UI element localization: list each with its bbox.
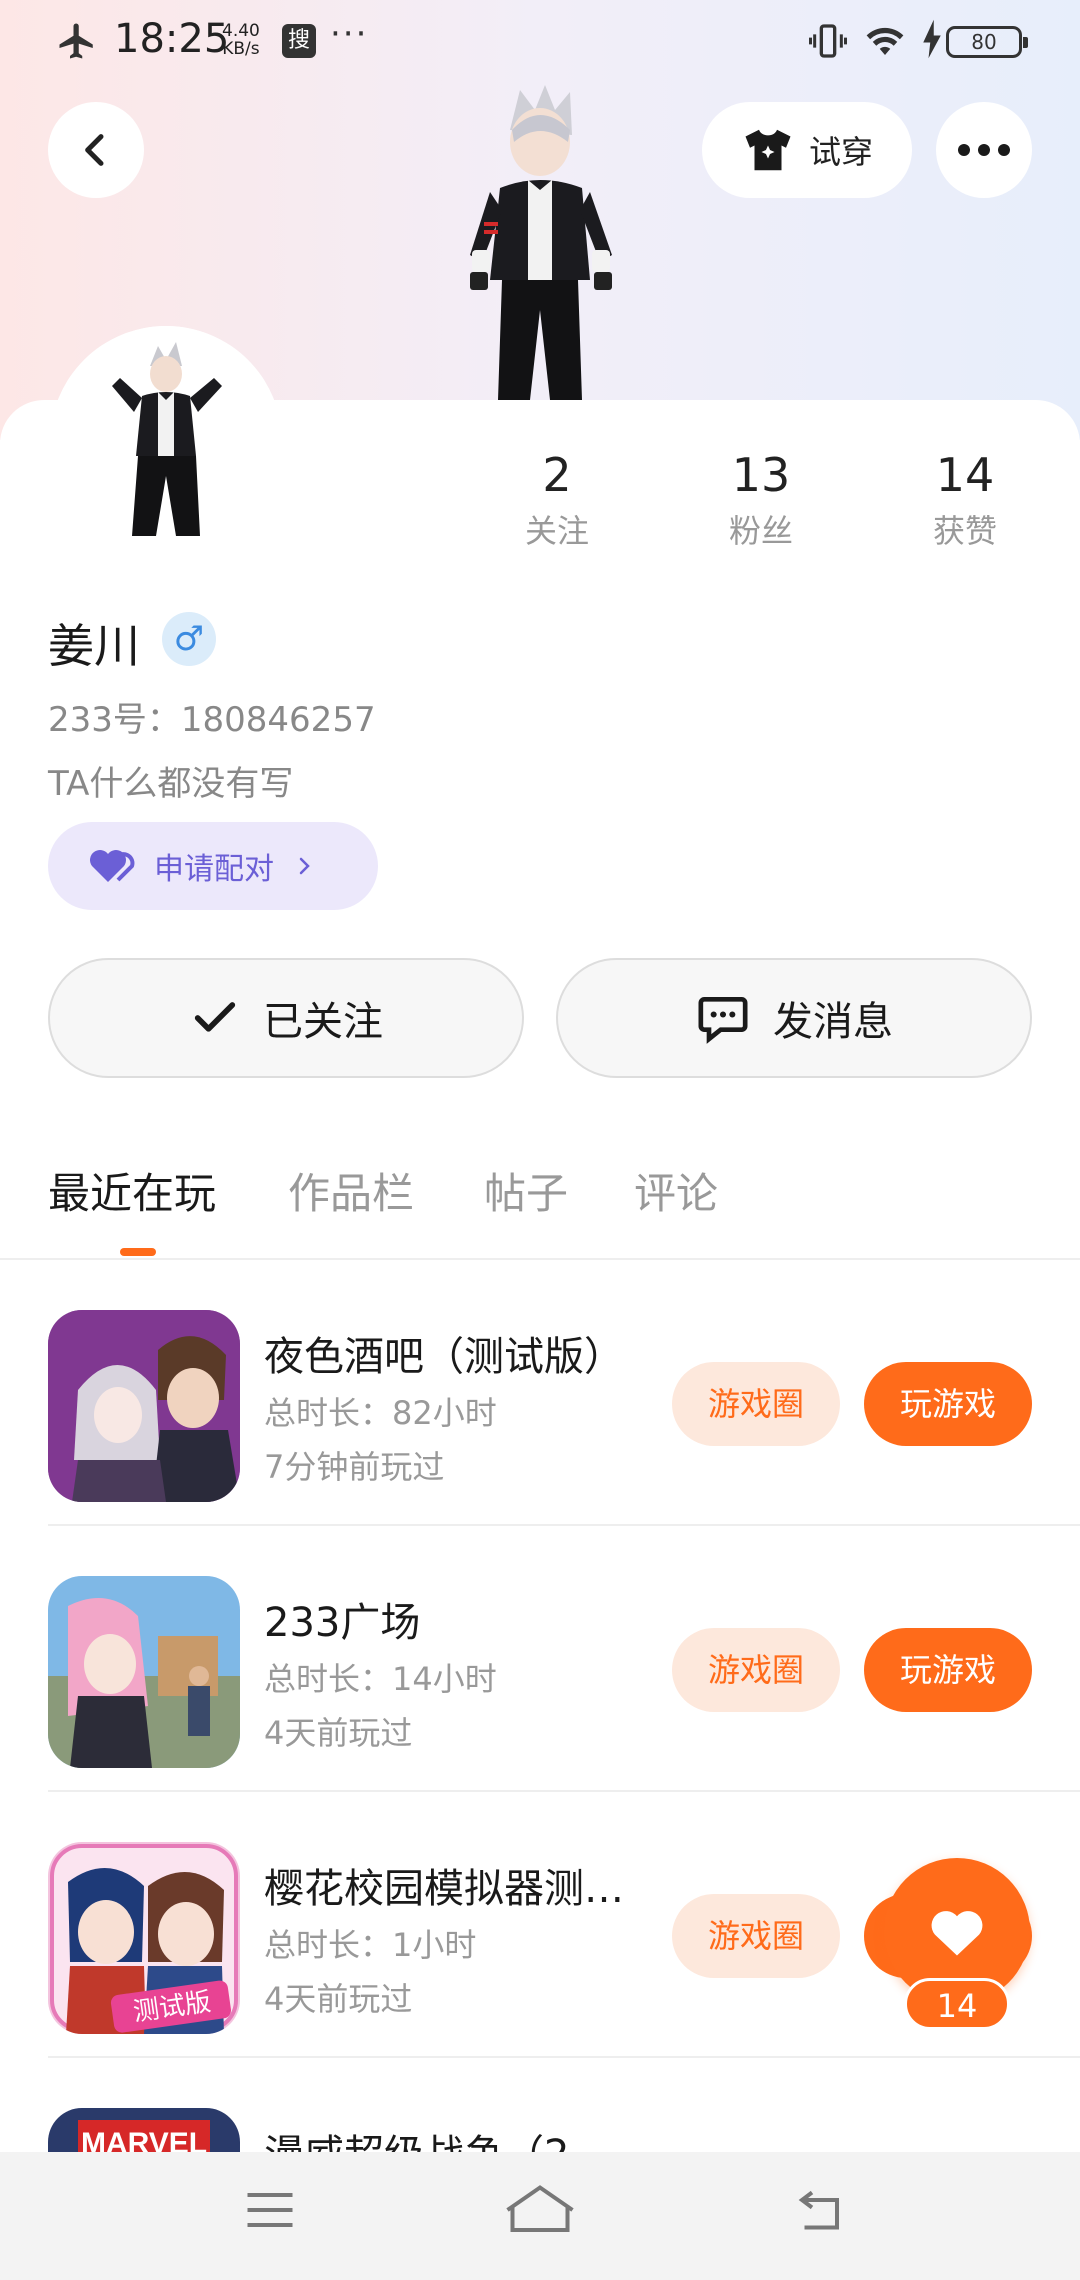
game-icon-night-bar: [48, 1310, 240, 1502]
network-speed: 4.40 KB/s: [222, 21, 260, 59]
tab-comments[interactable]: 评论: [634, 1160, 718, 1221]
send-message-button[interactable]: 发消息: [556, 958, 1032, 1078]
game-circle-button[interactable]: 游戏圈: [672, 1362, 840, 1446]
stat-likes[interactable]: 14 获赞: [890, 448, 1040, 552]
avatar-image: [50, 326, 282, 558]
tab-works[interactable]: 作品栏: [288, 1160, 414, 1221]
checkmark-icon: [194, 1002, 236, 1032]
status-bar: 18:25 4.40 KB/s 搜 ··· 80: [0, 0, 1080, 82]
menu-icon[interactable]: [240, 2180, 300, 2240]
search-app-icon: 搜: [282, 24, 316, 58]
stat-value: 2: [542, 448, 572, 502]
game-duration: 总时长：14小时: [264, 1660, 497, 1698]
game-title: 夜色酒吧（测试版）: [264, 1334, 624, 1380]
followed-button[interactable]: 已关注: [48, 958, 524, 1078]
wifi-icon: [866, 27, 904, 55]
stat-followers[interactable]: 13 粉丝: [686, 448, 836, 552]
stat-label: 粉丝: [728, 512, 793, 550]
airplane-mode-icon: [59, 23, 93, 59]
game-duration: 总时长：82小时: [264, 1394, 497, 1432]
game-icon-sakura-school: 测试版: [48, 1842, 240, 2034]
more-notifications-icon: ···: [330, 14, 369, 54]
game-last-played: 4天前玩过: [264, 1714, 413, 1752]
back-nav-icon[interactable]: [790, 2180, 854, 2240]
user-id: 233号：180846257: [48, 700, 376, 740]
stat-label: 关注: [524, 512, 589, 550]
send-message-label: 发消息: [773, 999, 893, 1045]
play-game-button[interactable]: 玩游戏: [864, 1628, 1032, 1712]
followed-label: 已关注: [263, 999, 383, 1045]
more-options-button[interactable]: [936, 102, 1032, 198]
avatar[interactable]: [50, 326, 282, 558]
heart-pair-icon: [90, 850, 135, 882]
charging-icon: [923, 19, 941, 59]
t-shirt-icon: [745, 129, 791, 171]
chat-bubble-icon: [698, 997, 748, 1044]
chevron-right-icon: [299, 857, 310, 875]
stat-value: 14: [935, 448, 995, 502]
stat-following[interactable]: 2 关注: [482, 448, 632, 552]
male-gender-icon: ♂: [162, 612, 216, 666]
battery-indicator: 80: [946, 26, 1028, 58]
user-bio: TA什么都没有写: [48, 764, 294, 804]
more-dots-icon: [958, 144, 1010, 156]
list-item[interactable]: 233广场 总时长：14小时 4天前玩过 游戏圈 玩游戏: [0, 1526, 1080, 1792]
tab-posts[interactable]: 帖子: [484, 1160, 568, 1221]
game-title: 233广场: [264, 1600, 421, 1646]
game-title: 樱花校园模拟器测…: [264, 1866, 624, 1912]
game-icon-233-plaza: [48, 1576, 240, 1768]
avatar-3d-character: [470, 85, 612, 400]
vibrate-icon: [809, 24, 847, 58]
system-navigation-bar: [0, 2152, 1080, 2280]
request-pair-label: 申请配对: [154, 852, 274, 887]
try-on-label: 试穿: [808, 133, 873, 171]
tab-recently-played[interactable]: 最近在玩: [48, 1160, 216, 1221]
stat-value: 13: [731, 448, 791, 502]
try-on-button[interactable]: 试穿: [702, 102, 912, 198]
like-count: 14: [904, 1978, 1010, 2030]
stat-label: 获赞: [932, 512, 997, 550]
list-item[interactable]: 夜色酒吧（测试版） 总时长：82小时 7分钟前玩过 游戏圈 玩游戏: [0, 1260, 1080, 1526]
play-game-button[interactable]: 玩游戏: [864, 1362, 1032, 1446]
game-circle-button[interactable]: 游戏圈: [672, 1628, 840, 1712]
back-button[interactable]: [48, 102, 144, 198]
game-duration: 总时长：1小时: [264, 1926, 477, 1964]
heart-icon: [931, 1911, 983, 1956]
home-icon[interactable]: [500, 2180, 580, 2240]
game-last-played: 7分钟前玩过: [264, 1448, 445, 1486]
clock: 18:25: [114, 16, 230, 62]
request-pair-button[interactable]: 申请配对: [48, 822, 378, 910]
profile-tabs: 最近在玩 作品栏 帖子 评论: [0, 1160, 1080, 1260]
username: 姜川: [48, 619, 140, 673]
active-tab-indicator: [120, 1248, 156, 1256]
game-last-played: 4天前玩过: [264, 1980, 413, 2018]
chevron-left-icon: [85, 134, 104, 166]
game-circle-button[interactable]: 游戏圈: [672, 1894, 840, 1978]
